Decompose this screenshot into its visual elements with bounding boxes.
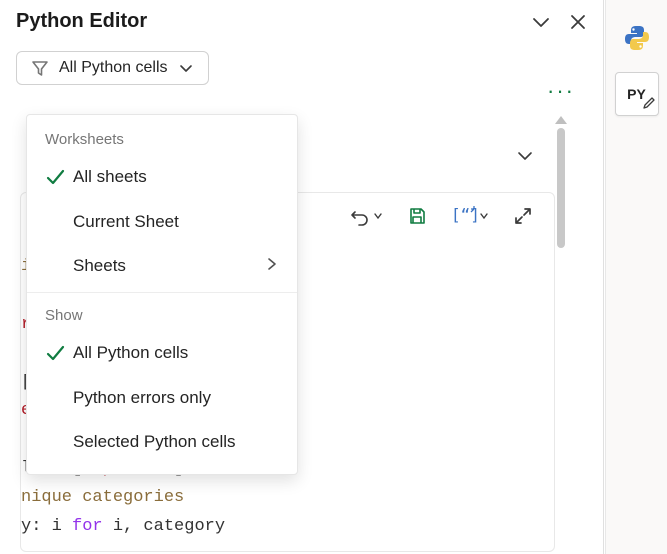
filter-dropdown-menu: Worksheets All sheets Current Sheet Shee… xyxy=(26,114,298,475)
checkmark-icon xyxy=(41,166,69,188)
worksheets-section-label: Worksheets xyxy=(27,121,297,154)
scroll-thumb[interactable] xyxy=(557,128,565,248)
close-icon[interactable] xyxy=(569,13,587,31)
dropdown-item-label: Sheets xyxy=(73,256,126,276)
dropdown-item-all-python-cells[interactable]: All Python cells xyxy=(27,330,297,376)
scroll-up-arrow[interactable] xyxy=(555,116,567,124)
python-editor-tab[interactable]: PY xyxy=(615,72,659,116)
chevron-down-icon xyxy=(178,60,194,76)
dropdown-item-label: Selected Python cells xyxy=(73,432,236,452)
filter-icon xyxy=(31,59,49,77)
chevron-right-icon xyxy=(265,256,279,276)
insert-reference-button[interactable]: [“] xyxy=(451,206,489,226)
undo-button[interactable] xyxy=(349,205,383,227)
collapse-chevron-icon[interactable] xyxy=(531,12,551,32)
filter-dropdown-button[interactable]: All Python cells xyxy=(16,51,209,85)
code-toolbar: [“] xyxy=(349,205,533,227)
python-logo-icon[interactable] xyxy=(615,16,659,60)
save-icon[interactable] xyxy=(407,206,427,226)
overflow-menu-button[interactable]: ··· xyxy=(547,78,575,104)
scroll-track[interactable] xyxy=(557,128,565,528)
dropdown-item-label: All Python cells xyxy=(73,343,188,363)
panel-header: Python Editor xyxy=(16,10,587,33)
dropdown-item-current-sheet[interactable]: Current Sheet xyxy=(27,200,297,244)
dropdown-item-label: Python errors only xyxy=(73,388,211,408)
dropdown-item-label: All sheets xyxy=(73,167,147,187)
filter-label: All Python cells xyxy=(59,59,168,77)
expand-icon[interactable] xyxy=(513,206,533,226)
show-section-label: Show xyxy=(27,297,297,330)
dropdown-item-sheets-submenu[interactable]: Sheets xyxy=(27,244,297,288)
right-rail: PY xyxy=(605,0,667,554)
section-collapse-icon[interactable] xyxy=(515,146,535,169)
dropdown-item-label: Current Sheet xyxy=(73,212,179,232)
dropdown-item-all-sheets[interactable]: All sheets xyxy=(27,154,297,200)
dropdown-divider xyxy=(27,292,297,293)
dropdown-item-selected-python-cells[interactable]: Selected Python cells xyxy=(27,420,297,464)
pencil-icon xyxy=(642,96,656,110)
dropdown-item-python-errors-only[interactable]: Python errors only xyxy=(27,376,297,420)
panel-title: Python Editor xyxy=(16,10,147,33)
checkmark-icon xyxy=(41,342,69,364)
